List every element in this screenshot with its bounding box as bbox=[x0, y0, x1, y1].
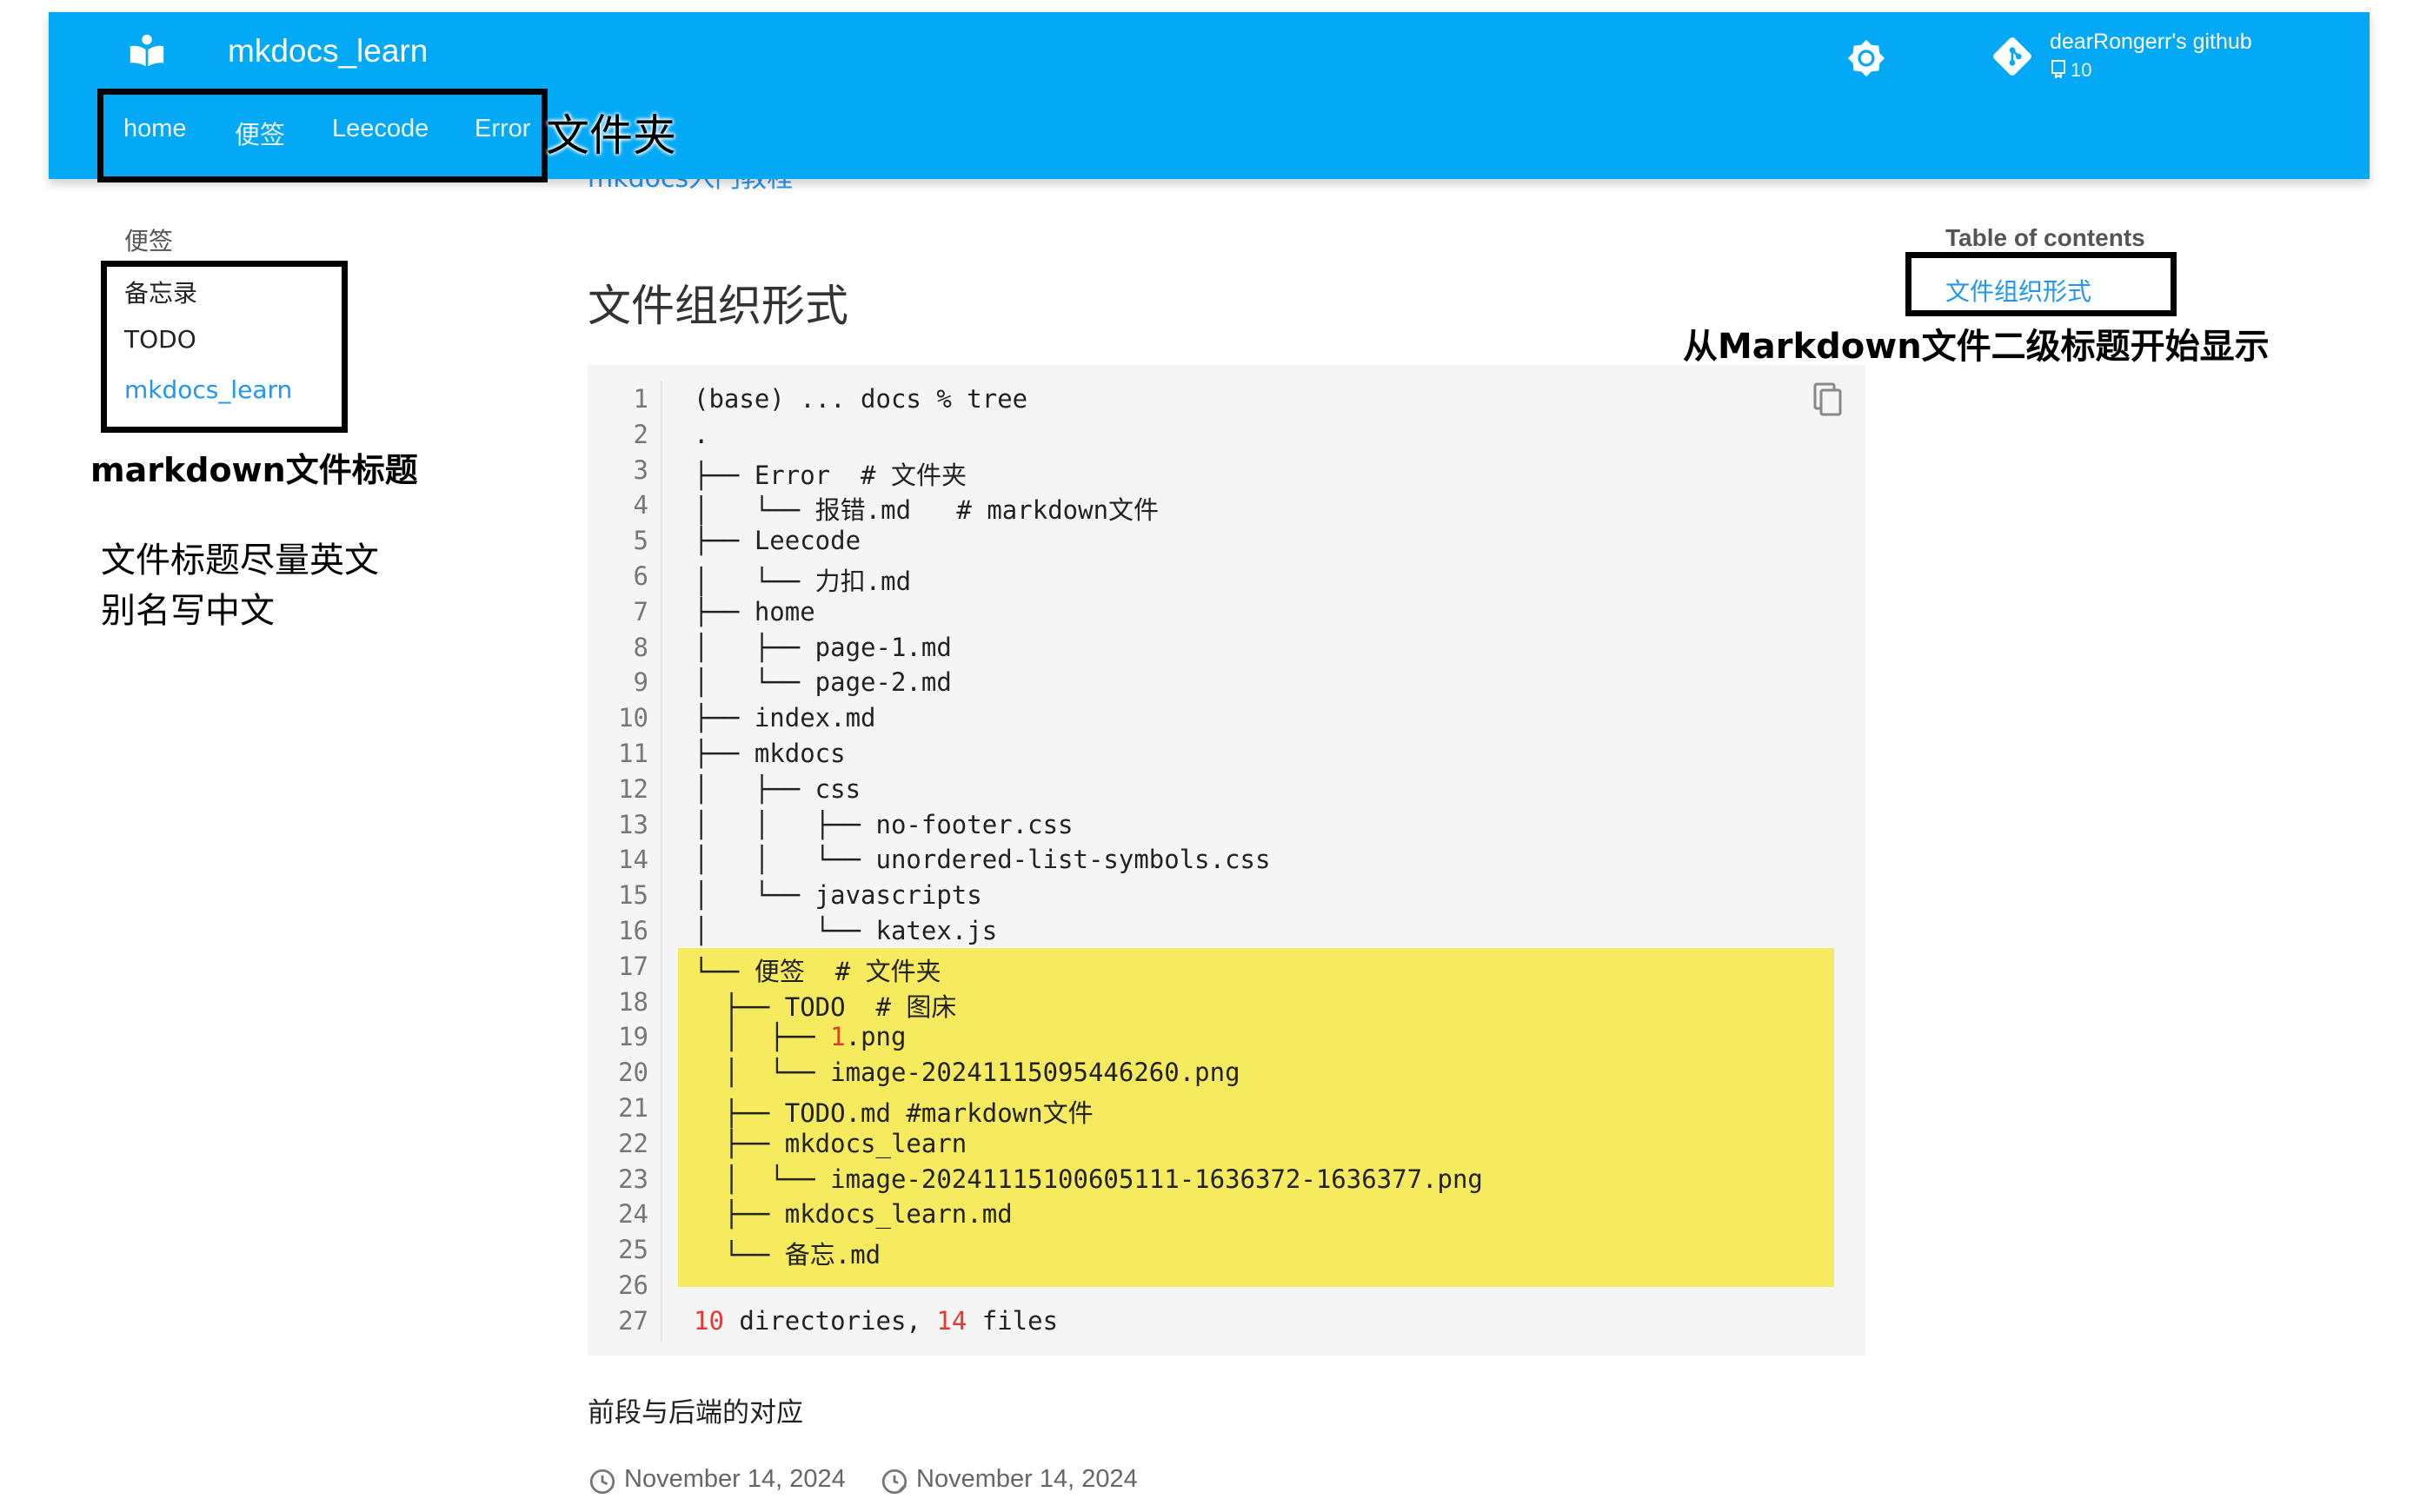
code-line: │ │ └── unordered-list-symbols.css bbox=[694, 845, 1271, 875]
code-gutter-divider bbox=[661, 381, 662, 1342]
code-line-number: 18 bbox=[618, 986, 648, 1017]
code-line: ├── mkdocs_learn bbox=[694, 1128, 967, 1158]
code-line: │ └── katex.js bbox=[694, 916, 998, 945]
sidebar-title: 便签 bbox=[124, 227, 174, 255]
code-line: │ ├── css bbox=[694, 773, 861, 804]
code-line-number: 5 bbox=[633, 526, 648, 556]
code-line: ├── home bbox=[694, 596, 815, 627]
code-line: │ └── 力扣.md bbox=[694, 567, 912, 596]
code-line: │ └── image-20241115095446260.png bbox=[694, 1058, 1240, 1088]
toc-annotation: 从Markdown文件二级标题开始显示 bbox=[1683, 327, 2270, 367]
code-line-number: 25 bbox=[618, 1235, 648, 1265]
code-line-number: 27 bbox=[618, 1305, 648, 1336]
code-line: ├── Error # 文件夹 bbox=[694, 460, 967, 490]
code-line-number: 3 bbox=[633, 454, 648, 485]
toc-annotation-box bbox=[1905, 252, 2177, 316]
naming-annotation-line1: 文件标题尽量英文 bbox=[101, 540, 379, 580]
code-line-number: 12 bbox=[618, 773, 648, 804]
code-line-number: 14 bbox=[618, 845, 648, 875]
code-line-number: 24 bbox=[618, 1199, 648, 1230]
repo-stat-value: 10 bbox=[2071, 59, 2092, 81]
code-line: │ └── 报错.md # markdown文件 bbox=[694, 495, 1160, 526]
date-updated: November 14, 2024 bbox=[880, 1465, 1138, 1500]
code-line-number: 8 bbox=[633, 632, 648, 662]
sidebar-annotation: markdown文件标题 bbox=[90, 451, 418, 489]
page-heading: 文件组织形式 bbox=[588, 281, 848, 331]
code-line-number: 2 bbox=[633, 419, 648, 449]
code-line: │ └── javascripts bbox=[694, 880, 982, 911]
clock-edit-icon bbox=[880, 1467, 909, 1500]
toc-title: Table of contents bbox=[1945, 224, 2145, 251]
code-line-number: 13 bbox=[618, 809, 648, 839]
code-line: ├── index.md bbox=[694, 703, 876, 733]
code-line-number: 26 bbox=[618, 1270, 648, 1300]
repo-stat: 10 bbox=[2050, 59, 2091, 83]
site-title[interactable]: mkdocs_learn bbox=[228, 33, 428, 70]
code-line-number: 7 bbox=[633, 596, 648, 627]
code-line: ├── TODO.md #markdown文件 bbox=[694, 1098, 1094, 1128]
code-line: │ └── image-20241115100605111-1636372-16… bbox=[694, 1164, 1483, 1194]
code-line: ├── mkdocs_learn.md bbox=[694, 1199, 1013, 1230]
tabs-annotation-box bbox=[97, 89, 548, 182]
code-line: ├── Leecode bbox=[694, 526, 861, 556]
code-line-number: 20 bbox=[618, 1058, 648, 1088]
code-line: │ │ ├── no-footer.css bbox=[694, 809, 1074, 839]
code-line: └── 备忘.md bbox=[694, 1240, 881, 1270]
book-open-icon[interactable] bbox=[127, 31, 167, 75]
code-line: . bbox=[694, 419, 709, 449]
code-line: ├── mkdocs bbox=[694, 739, 846, 768]
code-line-number: 9 bbox=[633, 667, 648, 698]
date-created-text: November 14, 2024 bbox=[624, 1465, 846, 1493]
code-line-number: 19 bbox=[618, 1022, 648, 1052]
code-line: └── 便签 # 文件夹 bbox=[694, 956, 941, 986]
code-line: │ └── page-2.md bbox=[694, 667, 952, 698]
code-line-number: 4 bbox=[633, 490, 648, 521]
code-line: 10 directories, 14 files bbox=[694, 1305, 1059, 1336]
page-footer-text: 前段与后端的对应 bbox=[588, 1397, 803, 1429]
repo-name[interactable]: dearRongerr's github bbox=[2050, 30, 2252, 55]
repo-fork-icon bbox=[2050, 59, 2067, 83]
date-updated-text: November 14, 2024 bbox=[916, 1465, 1138, 1493]
code-line-number: 6 bbox=[633, 561, 648, 591]
tabs-annotation: 文件夹 bbox=[546, 110, 676, 161]
code-line: │ ├── page-1.md bbox=[694, 632, 952, 662]
brightness-icon[interactable] bbox=[1846, 38, 1886, 82]
code-line-number: 21 bbox=[618, 1093, 648, 1123]
date-created: November 14, 2024 bbox=[588, 1465, 846, 1500]
code-line-number: 22 bbox=[618, 1128, 648, 1158]
code-line-number: 23 bbox=[618, 1164, 648, 1194]
code-line: (base) ... docs % tree bbox=[694, 384, 1028, 414]
code-line-number: 16 bbox=[618, 916, 648, 945]
code-line: │ ├── 1.png bbox=[694, 1022, 907, 1052]
code-line-number: 17 bbox=[618, 951, 648, 981]
code-line-number: 15 bbox=[618, 880, 648, 911]
copy-icon[interactable] bbox=[1812, 382, 1843, 421]
clock-icon bbox=[588, 1467, 617, 1500]
code-line-number: 11 bbox=[618, 739, 648, 768]
code-line: ├── TODO # 图床 bbox=[694, 991, 957, 1022]
code-line-number: 1 bbox=[633, 384, 648, 414]
git-icon[interactable] bbox=[1991, 35, 2034, 82]
naming-annotation-line2: 别名写中文 bbox=[101, 591, 275, 631]
code-line-number: 10 bbox=[618, 703, 648, 733]
sidebar-annotation-box bbox=[101, 261, 348, 433]
